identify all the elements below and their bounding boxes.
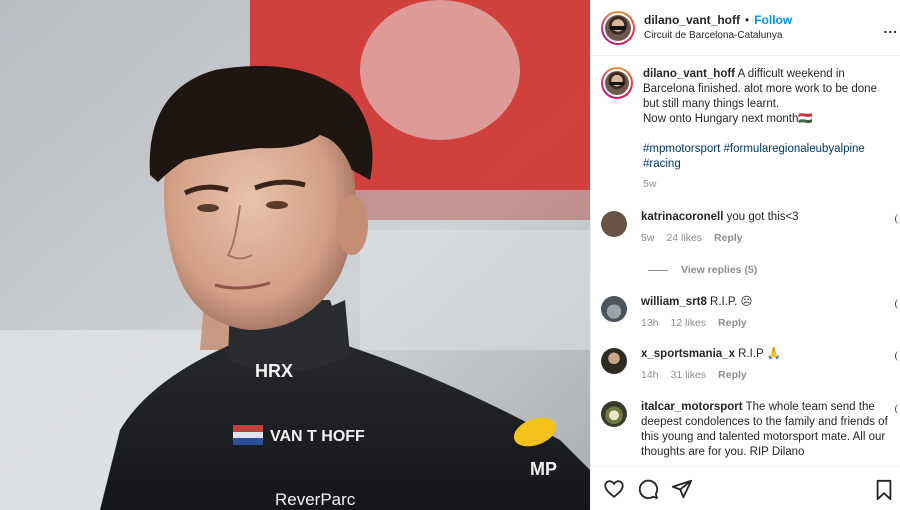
- comment-username[interactable]: x_sportsmania_x: [641, 348, 735, 360]
- heart-icon[interactable]: [603, 478, 625, 500]
- caption-hashtags[interactable]: #mpmotorsport #formularegionaleubyalpine…: [643, 142, 890, 172]
- view-replies-label[interactable]: View replies (5): [681, 264, 757, 276]
- comment-username[interactable]: katrinacoronell: [641, 211, 723, 223]
- suit-badge-text: MP: [530, 459, 557, 479]
- reply-button[interactable]: Reply: [718, 369, 747, 381]
- comments-list[interactable]: dilano_vant_hoff A difficult weekend in …: [591, 57, 900, 466]
- sponsor-text: ReverParc: [275, 490, 356, 509]
- post-photo[interactable]: HRX VAN T HOFF ReverParc MP: [0, 0, 590, 510]
- caption-avatar[interactable]: [601, 67, 633, 99]
- view-replies-button[interactable]: View replies (5): [591, 262, 900, 278]
- commenter-avatar[interactable]: [601, 401, 627, 427]
- comment-username[interactable]: italcar_motorsport: [641, 401, 743, 413]
- post-panel: dilano_vant_hoff • Follow Circuit de Bar…: [590, 0, 900, 510]
- bookmark-icon[interactable]: [874, 479, 894, 501]
- suit-name-text: VAN T HOFF: [270, 428, 365, 445]
- commenter-avatar[interactable]: [601, 348, 627, 374]
- comment-likes[interactable]: 31 likes: [671, 369, 707, 381]
- caption-age: 5w: [643, 178, 657, 190]
- caption-text-2: Now onto Hungary next month🇭🇺: [643, 113, 813, 125]
- comment-item: william_srt8 R.I.P. ☹ 13h 12 likes Reply: [591, 295, 900, 331]
- comment-age: 5w: [641, 232, 655, 244]
- like-comment-icon[interactable]: [895, 351, 900, 361]
- commenter-avatar[interactable]: [601, 296, 627, 322]
- like-comment-icon[interactable]: [895, 299, 900, 309]
- header-username[interactable]: dilano_vant_hoff: [644, 13, 740, 28]
- comment-text: R.I.P 🙏: [738, 348, 782, 360]
- caption-username[interactable]: dilano_vant_hoff: [643, 68, 735, 80]
- comment-text: you got this<3: [726, 211, 799, 223]
- action-bar: [591, 466, 900, 510]
- separator-dot: •: [745, 12, 750, 27]
- comment-username[interactable]: william_srt8: [641, 296, 707, 308]
- comment-text: R.I.P. ☹: [710, 296, 753, 308]
- comment-likes[interactable]: 12 likes: [671, 317, 707, 329]
- commenter-avatar[interactable]: [601, 211, 627, 237]
- location-link[interactable]: Circuit de Barcelona-Catalunya: [644, 28, 792, 43]
- share-icon[interactable]: [671, 478, 693, 500]
- comment-item: katrinacoronell you got this<3 5w 24 like…: [591, 210, 900, 246]
- like-comment-icon[interactable]: [895, 214, 900, 224]
- comment-age: 14h: [641, 369, 659, 381]
- suit-brand-text: HRX: [255, 361, 293, 381]
- profile-avatar[interactable]: [601, 10, 635, 45]
- comment-likes[interactable]: 24 likes: [666, 232, 702, 244]
- comment-item: italcar_motorsport The whole team send t…: [591, 400, 900, 460]
- driver-photo: HRX VAN T HOFF ReverParc MP: [0, 0, 590, 510]
- follow-button[interactable]: Follow: [754, 13, 792, 28]
- post-header: dilano_vant_hoff • Follow Circuit de Bar…: [591, 0, 900, 56]
- replies-line: [648, 269, 668, 271]
- comment-age: 13h: [641, 317, 659, 329]
- reply-button[interactable]: Reply: [714, 232, 743, 244]
- like-comment-icon[interactable]: [895, 404, 900, 414]
- more-icon[interactable]: ...: [883, 20, 898, 36]
- comment-item: x_sportsmania_x R.I.P 🙏 14h 31 likes Reply: [591, 347, 900, 383]
- reply-button[interactable]: Reply: [718, 317, 747, 329]
- post-caption: dilano_vant_hoff A difficult weekend in …: [591, 57, 900, 192]
- comment-icon[interactable]: [637, 478, 659, 500]
